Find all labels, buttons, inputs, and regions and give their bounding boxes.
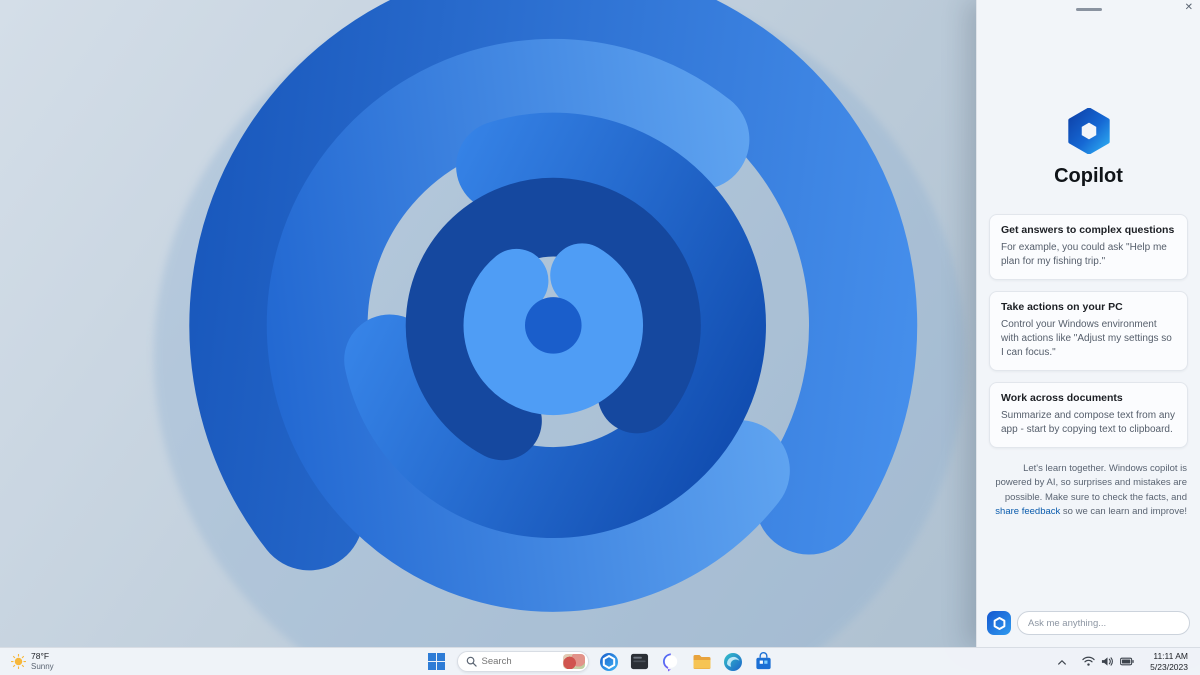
volume-icon <box>1102 657 1114 666</box>
card-title: Get answers to complex questions <box>1001 224 1175 236</box>
copilot-panel: ✕ Copilot Get answers to complex questio… <box>976 0 1200 647</box>
windows-logo-icon <box>428 653 445 670</box>
ask-me-anything-input[interactable] <box>1017 611 1190 635</box>
copilot-mini-logo-icon <box>993 616 1005 630</box>
taskbar-icon-edge[interactable] <box>722 651 744 673</box>
tray-status-icons[interactable] <box>1078 653 1138 670</box>
copilot-title: Copilot <box>1054 165 1123 187</box>
card-body: Summarize and compose text from any app … <box>1001 410 1175 435</box>
disclaimer-text: so we can learn and improve! <box>1060 505 1187 517</box>
edge-browser-icon <box>723 652 742 671</box>
search-input[interactable] <box>481 656 558 667</box>
suggestion-cards: Get answers to complex questions For exa… <box>977 214 1200 448</box>
weather-widget[interactable]: 78°F Sunny <box>4 650 61 673</box>
card-complex-questions: Get answers to complex questions For exa… <box>989 214 1188 280</box>
taskbar-clock[interactable]: 11:11 AM 5/23/2023 <box>1146 649 1192 673</box>
microsoft-store-icon <box>756 652 771 670</box>
taskbar-icon-chat[interactable] <box>660 651 682 673</box>
taskbar-search[interactable] <box>456 651 589 672</box>
taskbar: 78°F Sunny Search 11:11 AM 5/23/2023 <box>0 647 1200 675</box>
copilot-input-icon[interactable] <box>987 611 1011 635</box>
dark-window-icon <box>630 653 649 670</box>
tray-chevron-up-icon[interactable] <box>1054 655 1070 669</box>
copilot-taskbar-icon <box>599 652 618 671</box>
card-take-actions: Take actions on your PC Control your Win… <box>989 291 1188 371</box>
card-title: Work across documents <box>1001 392 1123 404</box>
chat-bubble-icon <box>662 653 677 671</box>
taskbar-icon-desktop-app[interactable] <box>629 651 651 673</box>
disclaimer-text: Let's learn together. Windows copilot is… <box>995 463 1187 503</box>
system-tray: 11:11 AM 5/23/2023 <box>1051 648 1195 675</box>
search-icon <box>466 656 477 667</box>
tray-time: 11:11 AM <box>1153 651 1188 662</box>
drag-handle[interactable] <box>1075 8 1102 11</box>
start-button[interactable] <box>426 651 448 673</box>
share-feedback-link[interactable]: share feedback <box>995 506 1060 517</box>
weather-text: 78°F Sunny <box>31 651 54 671</box>
taskbar-icon-file-explorer[interactable] <box>691 651 713 673</box>
battery-icon <box>1120 657 1134 666</box>
card-work-documents: Work across documents Summarize and comp… <box>989 382 1188 448</box>
folder-icon <box>693 654 710 669</box>
ai-disclaimer: Let's learn together. Windows copilot is… <box>995 462 1187 519</box>
card-title: Take actions on your PC <box>1001 301 1123 313</box>
weather-condition: Sunny <box>31 661 54 671</box>
taskbar-center <box>426 651 775 673</box>
copilot-panel-header: ✕ <box>977 0 1200 20</box>
wifi-icon <box>1082 656 1095 666</box>
copilot-branding: Copilot <box>977 107 1200 188</box>
close-icon[interactable]: ✕ <box>1185 3 1193 13</box>
search-highlight-thumbnail[interactable] <box>562 654 585 669</box>
taskbar-icon-copilot[interactable] <box>598 651 620 673</box>
tray-date: 5/23/2023 <box>1150 661 1188 672</box>
taskbar-icon-store[interactable] <box>753 651 775 673</box>
copilot-logo-icon <box>1067 107 1110 155</box>
sun-icon <box>11 654 26 669</box>
card-body: For example, you could ask "Help me plan… <box>1001 242 1167 267</box>
copilot-input-row <box>987 611 1190 635</box>
windows-desktop: ✕ Copilot Get answers to complex questio… <box>0 0 1200 675</box>
weather-temp: 78°F <box>31 651 50 662</box>
panel-spacer <box>977 519 1200 611</box>
card-body: Control your Windows environment with ac… <box>1001 319 1172 358</box>
